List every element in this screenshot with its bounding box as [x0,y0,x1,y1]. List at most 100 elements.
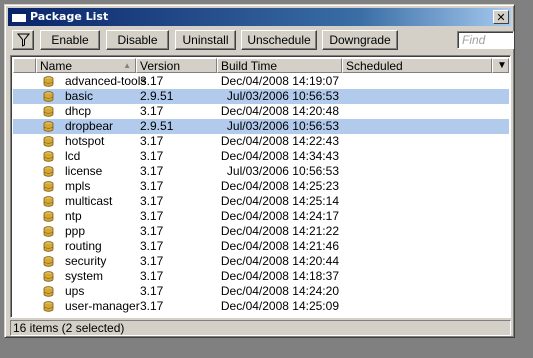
package-build-time: Dec/04/2008 14:22:43 [220,134,339,148]
table-row[interactable]: dropbear 2.9.51 Jul/03/2006 10:56:53 [13,119,509,134]
table-row[interactable]: ppp 3.17 Dec/04/2008 14:21:22 [13,224,509,239]
find-input[interactable]: Find [457,31,514,49]
table-row[interactable]: license 3.17 Jul/03/2006 10:56:53 [13,164,509,179]
package-icon [43,226,54,237]
package-version: 3.17 [140,254,164,268]
sort-ascending-icon: ▲ [123,61,131,70]
table-row[interactable]: system 3.17 Dec/04/2008 14:18:37 [13,269,509,284]
table-row[interactable]: hotspot 3.17 Dec/04/2008 14:22:43 [13,134,509,149]
column-header-version[interactable]: Version [136,58,217,73]
package-icon [43,301,54,312]
package-build-time: Dec/04/2008 14:24:17 [220,209,339,223]
package-icon [43,136,54,147]
table-row[interactable]: multicast 3.17 Dec/04/2008 14:25:14 [13,194,509,209]
package-build-time: Dec/04/2008 14:20:44 [220,254,339,268]
package-name: security [65,254,107,268]
unschedule-button[interactable]: Unschedule [241,30,317,50]
table-row[interactable]: routing 3.17 Dec/04/2008 14:21:46 [13,239,509,254]
column-dropdown-button[interactable]: ▼ [492,58,509,73]
table-header: Name ▲ Version Build Time Scheduled ▼ [13,58,510,73]
package-version: 3.17 [140,194,164,208]
package-icon [43,286,54,297]
package-name: basic [65,89,94,103]
table-row[interactable]: ups 3.17 Dec/04/2008 14:24:20 [13,284,509,299]
package-table: Name ▲ Version Build Time Scheduled ▼ ad… [10,55,511,318]
table-row[interactable]: mpls 3.17 Dec/04/2008 14:25:23 [13,179,509,194]
package-icon [43,106,54,117]
window-title: Package List [30,10,109,23]
package-icon [43,151,54,162]
status-bar: 16 items (2 selected) [10,320,511,336]
package-name: ntp [65,209,82,223]
package-icon [43,241,54,252]
table-row[interactable]: ntp 3.17 Dec/04/2008 14:24:17 [13,209,509,224]
package-name: ups [65,284,85,298]
package-version: 2.9.51 [140,119,174,133]
toolbar: Enable Disable Uninstall Unschedule Down… [8,28,514,52]
close-button[interactable]: ✕ [493,10,509,24]
table-row[interactable]: security 3.17 Dec/04/2008 14:20:44 [13,254,509,269]
package-name: dropbear [65,119,114,133]
column-header-name[interactable]: Name ▲ [36,58,136,73]
package-build-time: Dec/04/2008 14:21:46 [220,239,339,253]
package-version: 2.9.51 [140,89,174,103]
package-name: license [65,164,103,178]
package-version: 3.17 [140,299,164,313]
package-icon [43,196,54,207]
package-list-window: Package List ✕ Enable Disable Uninstall … [4,4,515,338]
package-icon [43,121,54,132]
package-build-time: Dec/04/2008 14:18:37 [220,269,339,283]
status-text: 16 items (2 selected) [13,321,125,335]
package-name: ppp [65,224,86,238]
package-version: 3.17 [140,149,164,163]
package-version: 3.17 [140,134,164,148]
package-name: routing [65,239,102,253]
package-version: 3.17 [140,74,164,88]
package-build-time: Dec/04/2008 14:25:14 [220,194,339,208]
table-row[interactable]: dhcp 3.17 Dec/04/2008 14:20:48 [13,104,509,119]
uninstall-button[interactable]: Uninstall [175,30,236,50]
package-name: hotspot [65,134,105,148]
package-version: 3.17 [140,284,164,298]
package-name: dhcp [65,104,92,118]
package-build-time: Jul/03/2006 10:56:53 [226,164,339,178]
disable-button[interactable]: Disable [106,30,169,50]
package-build-time: Dec/04/2008 14:24:20 [220,284,339,298]
column-header-scheduled[interactable]: Scheduled [342,58,492,73]
package-name: lcd [65,149,81,163]
package-icon [43,181,54,192]
package-icon [43,166,54,177]
package-build-time: Dec/04/2008 14:20:48 [220,104,339,118]
package-build-time: Dec/04/2008 14:34:43 [220,149,339,163]
downgrade-button[interactable]: Downgrade [322,30,398,50]
table-row[interactable]: user-manager 3.17 Dec/04/2008 14:25:09 [13,299,509,314]
package-version: 3.17 [140,209,164,223]
package-build-time: Jul/03/2006 10:56:53 [226,119,339,133]
package-name: multicast [65,194,113,208]
filter-icon [17,33,30,47]
enable-button[interactable]: Enable [40,30,100,50]
table-row[interactable]: basic 2.9.51 Jul/03/2006 10:56:53 [13,89,509,104]
package-icon [43,91,54,102]
title-bar[interactable]: Package List ✕ [8,8,511,26]
package-version: 3.17 [140,164,164,178]
package-icon [43,271,54,282]
package-version: 3.17 [140,239,164,253]
package-icon [43,256,54,267]
column-header-name-label: Name [40,59,73,73]
column-menu-button[interactable] [13,58,36,73]
package-name: mpls [65,179,91,193]
package-build-time: Dec/04/2008 14:25:23 [220,179,339,193]
package-icon [43,211,54,222]
package-icon [43,76,54,87]
table-row[interactable]: advanced-tools 3.17 Dec/04/2008 14:19:07 [13,74,509,89]
table-row[interactable]: lcd 3.17 Dec/04/2008 14:34:43 [13,149,509,164]
filter-button[interactable] [12,30,34,50]
package-build-time: Dec/04/2008 14:19:07 [220,74,339,88]
package-name: system [65,269,104,283]
package-build-time: Jul/03/2006 10:56:53 [226,89,339,103]
package-version: 3.17 [140,104,164,118]
package-name: user-manager [65,299,140,313]
column-header-build-time[interactable]: Build Time [217,58,342,73]
package-build-time: Dec/04/2008 14:25:09 [220,299,339,313]
